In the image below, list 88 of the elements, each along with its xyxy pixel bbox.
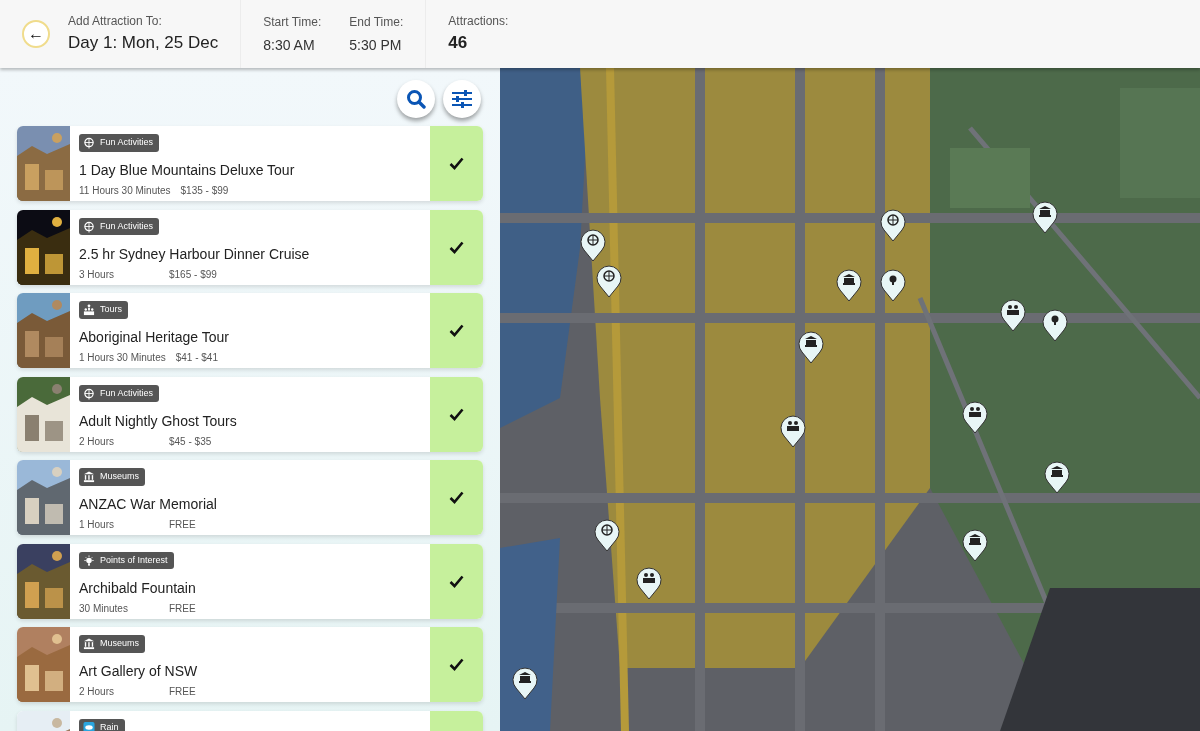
- checkmark-icon: [449, 491, 464, 504]
- select-toggle[interactable]: [430, 209, 483, 285]
- select-toggle[interactable]: [430, 376, 483, 452]
- attraction-card[interactable]: Museums ANZAC War Memorial 1 Hours FREE: [17, 460, 483, 535]
- checkmark-icon: [449, 157, 464, 170]
- ferris-wheel-pin-icon[interactable]: [880, 208, 906, 242]
- balloon-icon: [83, 137, 95, 149]
- attraction-card[interactable]: Fun Activities Adult Nightly Ghost Tours 2 Hours $45 - $35: [17, 376, 483, 452]
- museum-pin-icon[interactable]: [1032, 200, 1058, 234]
- museum-pin-icon[interactable]: [836, 268, 862, 302]
- lightbulb-icon: [83, 554, 95, 567]
- filter-button[interactable]: [443, 80, 481, 118]
- category-label: Museums: [100, 637, 139, 651]
- category-label: Museums: [100, 470, 139, 484]
- attraction-card[interactable]: Fun Activities 1 Day Blue Mountains Deluxe Tour 11 Hours 30 Minutes $135 - $99: [17, 126, 483, 201]
- people-pin-icon[interactable]: [1000, 298, 1026, 332]
- checkmark-icon: [449, 407, 464, 421]
- search-button[interactable]: [397, 80, 435, 118]
- museum-pin-icon[interactable]: [512, 666, 538, 700]
- balloon-icon: [83, 220, 95, 233]
- start-time: 8:30 AM: [263, 35, 316, 55]
- museum-pin-icon[interactable]: [962, 528, 988, 562]
- category-label: Tours: [100, 303, 122, 317]
- price-text: $135 - $99: [180, 184, 229, 198]
- category-label: Fun Activities: [100, 386, 154, 400]
- checkmark-icon: [449, 240, 464, 254]
- checkmark-icon: [449, 574, 464, 588]
- attraction-card[interactable]: Points of Interest Archibald Fountain 30 Minutes FREE: [17, 543, 483, 619]
- select-toggle[interactable]: [430, 543, 483, 619]
- duration-text: 3 Hours: [79, 267, 115, 282]
- duration-text: 11 Hours 30 Minutes: [79, 184, 171, 198]
- attraction-name: Aboriginal Heritage Tour: [79, 328, 230, 347]
- checkmark-icon: [449, 324, 464, 337]
- attraction-count: 46: [448, 32, 469, 55]
- museum-pin-icon[interactable]: [798, 330, 824, 364]
- duration-text: 2 Hours: [79, 685, 115, 699]
- attraction-name: Art Gallery of NSW: [79, 662, 199, 681]
- museum-icon: [83, 471, 95, 483]
- search-icon: [406, 89, 426, 109]
- people-icon: [83, 304, 95, 316]
- category-label: Rain: [100, 720, 119, 731]
- category-label: Points of Interest: [100, 553, 168, 567]
- museum-icon: [83, 638, 95, 650]
- back-button[interactable]: ←: [22, 20, 50, 48]
- ferris-wheel-pin-icon[interactable]: [580, 228, 606, 262]
- select-toggle[interactable]: [430, 627, 483, 702]
- category-label: Fun Activities: [100, 219, 154, 233]
- museum-pin-icon[interactable]: [1044, 460, 1070, 494]
- checkmark-icon: [449, 658, 464, 671]
- people-pin-icon[interactable]: [962, 400, 988, 434]
- people-pin-icon[interactable]: [636, 566, 662, 600]
- duration-text: 30 Minutes: [79, 601, 129, 616]
- attraction-name: Adult Nightly Ghost Tours: [79, 411, 238, 431]
- price-text: $45 - $35: [169, 434, 212, 449]
- attraction-card[interactable]: Rain: [17, 710, 483, 731]
- price-text: FREE: [169, 518, 196, 532]
- end-time: 5:30 PM: [349, 35, 403, 55]
- people-pin-icon[interactable]: [780, 414, 806, 448]
- price-text: FREE: [169, 685, 196, 699]
- select-toggle[interactable]: [430, 126, 483, 201]
- attraction-name: 1 Day Blue Mountains Deluxe Tour: [79, 161, 296, 180]
- lightbulb-pin-icon[interactable]: [1042, 308, 1068, 342]
- attraction-card[interactable]: Tours Aboriginal Heritage Tour 1 Hours 30 Minutes $41 - $41: [17, 293, 483, 368]
- field-label: Attractions:: [448, 13, 509, 31]
- lightbulb-pin-icon[interactable]: [880, 268, 906, 302]
- field-label: Add Attraction To:: [68, 13, 163, 31]
- duration-text: 1 Hours 30 Minutes: [79, 351, 166, 365]
- day-title: Day 1: Mon, 25 Dec: [68, 32, 219, 55]
- attraction-name: ANZAC War Memorial: [79, 495, 218, 514]
- attraction-name: Archibald Fountain: [79, 578, 197, 598]
- price-text: FREE: [169, 601, 196, 616]
- select-toggle[interactable]: [430, 293, 483, 368]
- sliders-icon: [451, 90, 473, 108]
- attraction-name: 2.5 hr Sydney Harbour Dinner Cruise: [79, 244, 311, 264]
- ferris-wheel-pin-icon[interactable]: [594, 518, 620, 552]
- field-label: End Time:: [349, 13, 404, 31]
- attraction-card[interactable]: Fun Activities 2.5 hr Sydney Harbour Dinner Cruise 3 Hours $165 - $99: [17, 209, 483, 285]
- field-label: Start Time:: [263, 13, 322, 31]
- attraction-card[interactable]: Museums Art Gallery of NSW 2 Hours FREE: [17, 627, 483, 702]
- price-text: $165 - $99: [169, 267, 217, 282]
- balloon-icon: [83, 387, 95, 400]
- select-toggle[interactable]: [430, 460, 483, 535]
- category-label: Fun Activities: [100, 136, 154, 150]
- price-text: $41 - $41: [175, 351, 218, 365]
- duration-text: 1 Hours: [79, 518, 115, 532]
- duration-text: 2 Hours: [79, 434, 115, 449]
- ferris-wheel-pin-icon[interactable]: [596, 264, 622, 298]
- cloud-icon: [83, 721, 95, 731]
